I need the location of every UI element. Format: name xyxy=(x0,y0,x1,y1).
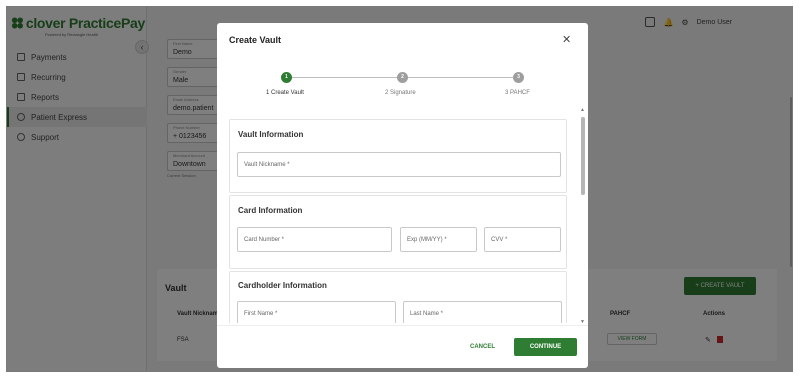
section-title: Cardholder Information xyxy=(238,281,327,290)
vault-nickname-input[interactable]: Vault Nickname * xyxy=(237,152,561,177)
card-number-input[interactable]: Card Number * xyxy=(237,227,392,252)
modal-title: Create Vault xyxy=(229,35,282,45)
continue-button[interactable]: CONTINUE xyxy=(514,338,577,356)
stepper-connector xyxy=(407,77,517,78)
expiry-input[interactable]: Exp (MM/YY) * xyxy=(400,227,477,252)
step-1-indicator: 1 xyxy=(281,72,292,83)
app-window: clover PracticePay Powered by Rectangle … xyxy=(6,6,793,372)
step-3-indicator: 3 xyxy=(513,72,524,83)
close-icon[interactable]: ✕ xyxy=(562,33,571,46)
step-3-label: 3 PAHCF xyxy=(505,90,530,96)
last-name-input[interactable]: Last Name * xyxy=(403,301,562,323)
stepper-connector xyxy=(292,77,402,78)
first-name-input[interactable]: First Name * xyxy=(237,301,396,323)
step-2-label: 2 Signature xyxy=(385,90,416,96)
section-title: Vault Information xyxy=(238,130,304,139)
step-1-label: 1 Create Vault xyxy=(266,90,304,96)
modal-body: Vault Information Vault Nickname * Card … xyxy=(229,119,579,323)
modal-footer: CANCEL CONTINUE xyxy=(217,325,588,368)
create-vault-modal: Create Vault ✕ 1 2 3 1 Create Vault 2 Si… xyxy=(217,23,588,368)
section-title: Card Information xyxy=(238,206,303,215)
cvv-input[interactable]: CVV * xyxy=(484,227,561,252)
step-2-indicator: 2 xyxy=(397,72,408,83)
card-information-section: Card Information Card Number * Exp (MM/Y… xyxy=(229,195,567,269)
vault-information-section: Vault Information Vault Nickname * xyxy=(229,119,567,193)
cardholder-information-section: Cardholder Information First Name * Last… xyxy=(229,271,567,323)
scroll-up-arrow[interactable]: ▲ xyxy=(580,107,585,113)
modal-scrollbar-thumb[interactable] xyxy=(581,117,585,195)
cancel-button[interactable]: CANCEL xyxy=(470,344,495,350)
